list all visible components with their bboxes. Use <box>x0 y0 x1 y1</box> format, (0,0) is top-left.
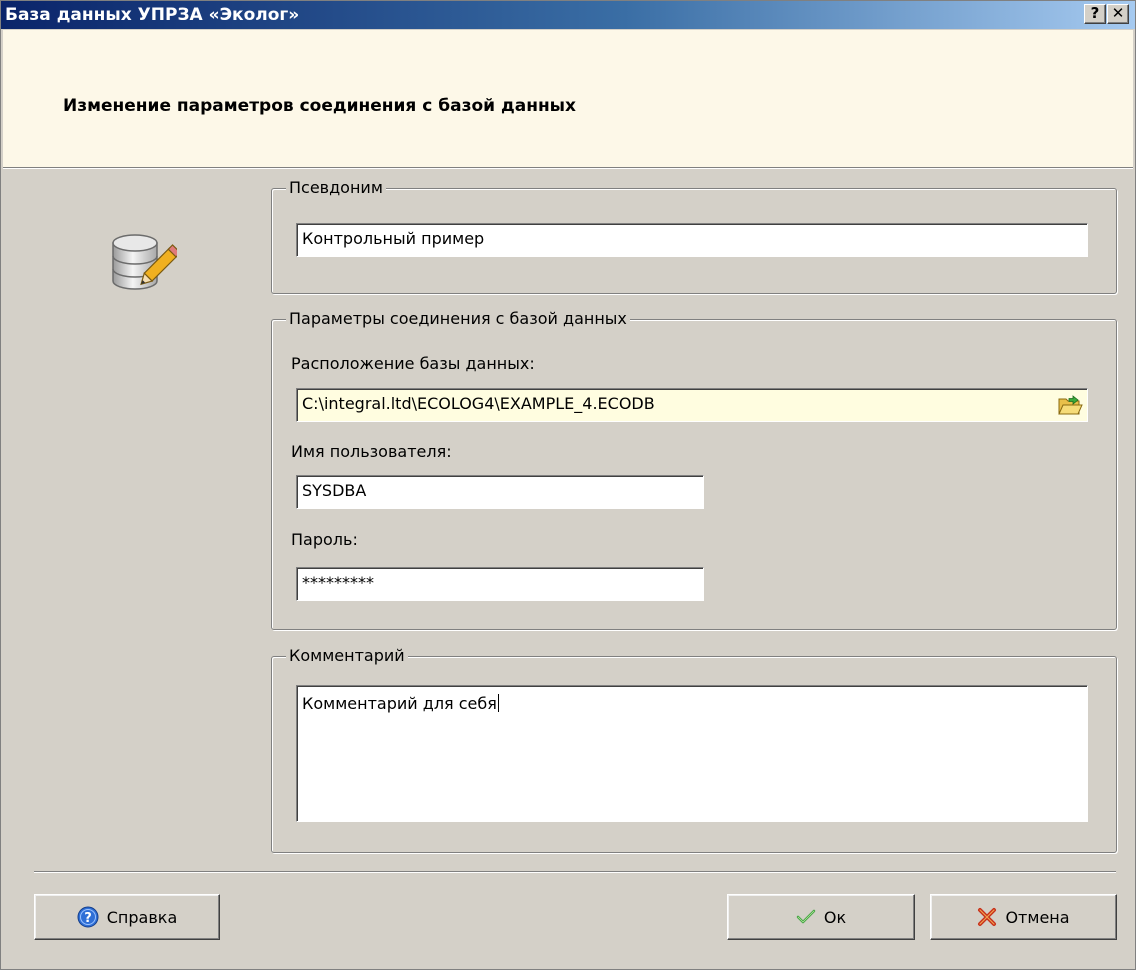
ok-button-label: Ок <box>823 907 847 927</box>
user-label: Имя пользователя: <box>291 442 452 461</box>
cancel-button-label: Отмена <box>1005 907 1070 927</box>
help-button-label: Справка <box>106 907 178 927</box>
header-banner: Изменение параметров соединения с базой … <box>3 30 1133 168</box>
checkmark-icon <box>796 909 816 924</box>
comment-textarea[interactable]: Комментарий для себя <box>296 685 1088 822</box>
comment-legend: Комментарий <box>286 646 408 666</box>
password-label: Пароль: <box>291 530 358 549</box>
text-caret <box>497 694 499 712</box>
comment-group: Комментарий Комментарий для себя <box>271 646 1117 853</box>
help-icon: ? <box>77 906 99 928</box>
folder-open-icon[interactable] <box>1057 393 1083 417</box>
connection-legend: Параметры соединения с базой данных <box>286 309 630 329</box>
help-title-button[interactable]: ? <box>1084 4 1106 24</box>
dialog-window: База данных УПРЗА «Эколог» ? ✕ Изменение… <box>0 0 1136 970</box>
page-title: Изменение параметров соединения с базой … <box>63 96 577 116</box>
cross-icon <box>978 908 997 926</box>
password-input[interactable]: ********* <box>296 567 704 601</box>
cancel-button[interactable]: Отмена <box>930 894 1117 940</box>
user-input[interactable]: SYSDBA <box>296 475 704 509</box>
ok-button[interactable]: Ок <box>727 894 915 940</box>
alias-group: Псевдоним Контрольный пример <box>271 178 1117 294</box>
location-value: C:\integral.ltd\ECOLOG4\EXAMPLE_4.ECODB <box>302 394 655 413</box>
help-button[interactable]: ? Справка <box>34 894 220 940</box>
alias-input[interactable]: Контрольный пример <box>296 223 1088 257</box>
comment-text: Комментарий для себя <box>302 694 497 713</box>
alias-legend: Псевдоним <box>286 178 386 198</box>
svg-text:?: ? <box>84 911 92 926</box>
database-edit-icon <box>112 234 177 290</box>
location-label: Расположение базы данных: <box>291 354 535 373</box>
title-bar[interactable]: База данных УПРЗА «Эколог» ? ✕ <box>1 1 1135 29</box>
button-separator <box>34 871 1116 873</box>
close-title-button[interactable]: ✕ <box>1107 4 1129 24</box>
window-title: База данных УПРЗА «Эколог» <box>5 5 300 25</box>
connection-group: Параметры соединения с базой данных Расп… <box>271 309 1117 630</box>
location-input[interactable]: C:\integral.ltd\ECOLOG4\EXAMPLE_4.ECODB <box>296 388 1088 422</box>
